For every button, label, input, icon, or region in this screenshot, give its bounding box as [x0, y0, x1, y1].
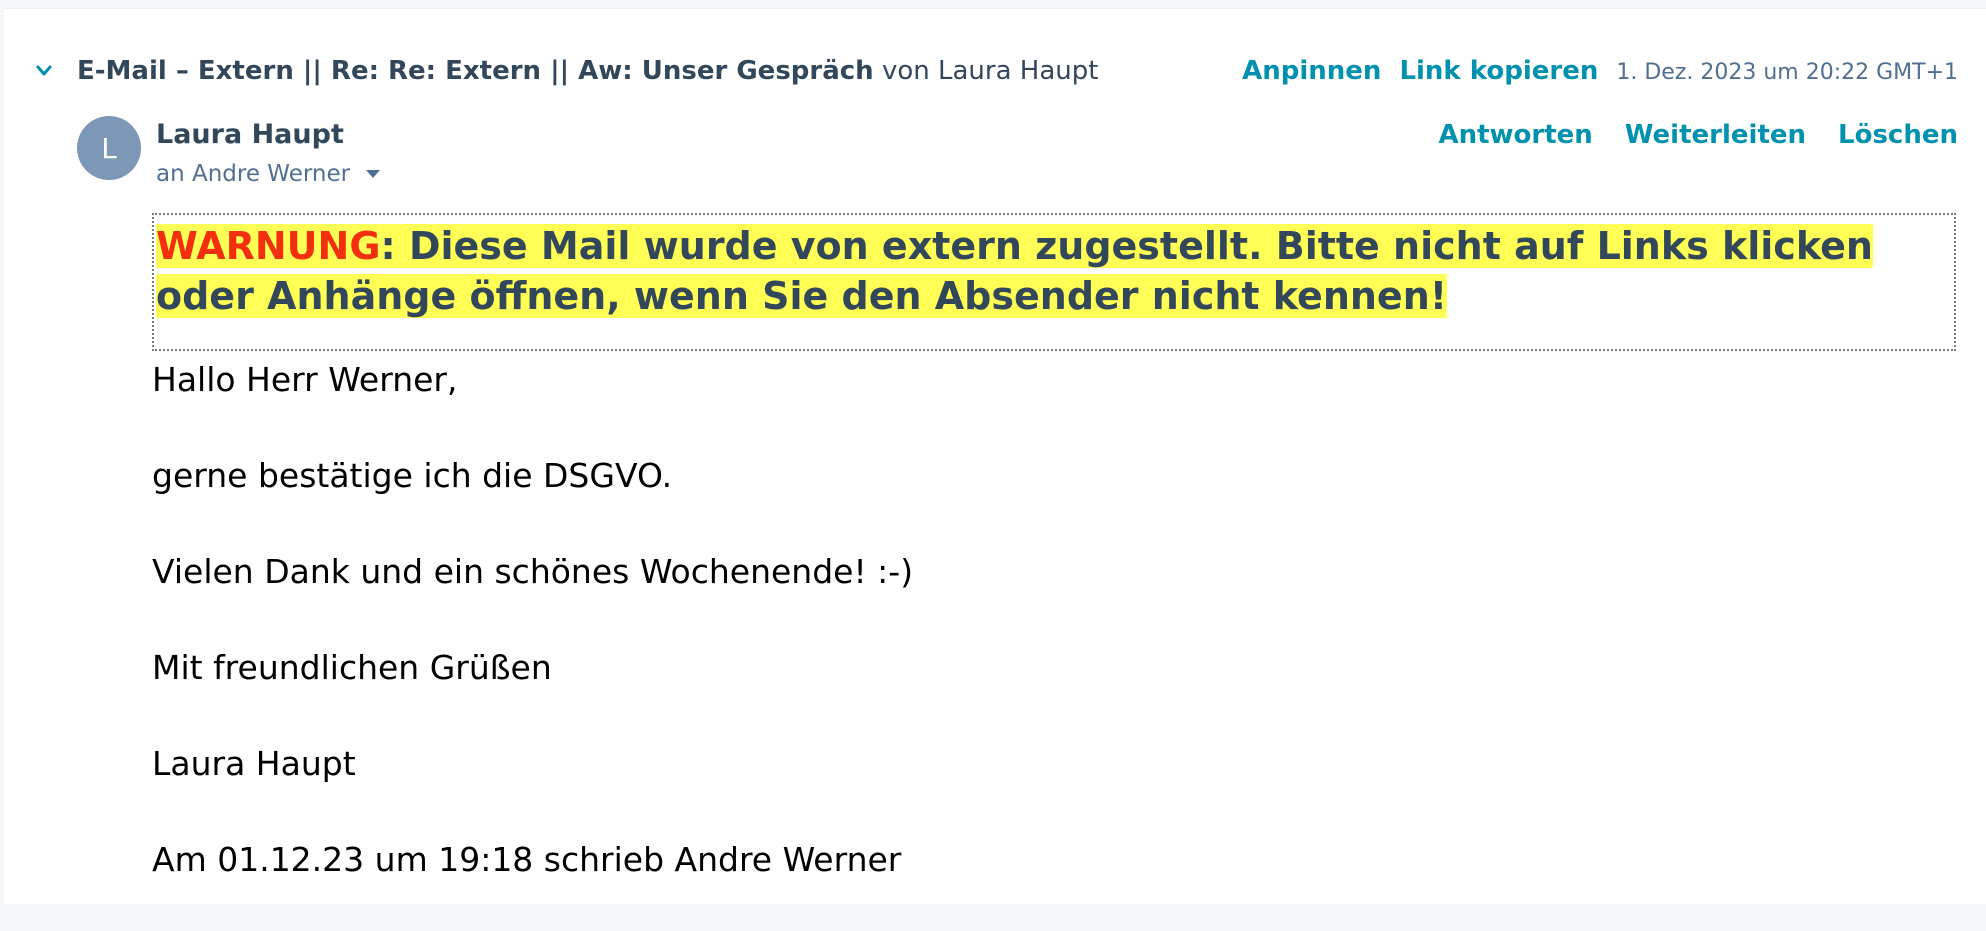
body-line: Hallo Herr Werner, — [152, 360, 458, 399]
body-line: Mit freundlichen Grüßen — [152, 648, 552, 687]
chevron-down-icon[interactable] — [34, 61, 54, 81]
warning-message: : Diese Mail wurde von extern zugestellt… — [156, 224, 1873, 318]
recipient-line[interactable]: an Andre Werner — [156, 159, 381, 189]
warning-text: WARNUNG: Diese Mail wurde von extern zug… — [156, 221, 1952, 321]
email-thread-card: E-Mail – Extern || Re: Re: Extern || Aw:… — [4, 8, 1986, 904]
thread-header: E-Mail – Extern || Re: Re: Extern || Aw:… — [4, 49, 1986, 93]
external-warning-banner: WARNUNG: Diese Mail wurde von extern zug… — [152, 213, 1956, 351]
caret-down-icon[interactable] — [366, 170, 381, 178]
message-body: Hallo Herr Werner, gerne bestätige ich d… — [152, 355, 1852, 931]
body-line: gerne bestätige ich die DSGVO. — [152, 456, 673, 495]
subject-sender: von Laura Haupt — [873, 56, 1099, 86]
warning-label: WARNUNG — [156, 224, 381, 268]
subject-text: E-Mail – Extern || Re: Re: Extern || Aw:… — [77, 56, 874, 86]
pin-button[interactable]: Anpinnen — [1242, 55, 1381, 87]
thread-actions: Anpinnen Link kopieren 1. Dez. 2023 um 2… — [1242, 55, 1958, 89]
recipient-label: an Andre Werner — [156, 161, 351, 187]
body-line: Am 01.12.23 um 19:18 schrieb Andre Werne… — [152, 840, 902, 879]
body-line: Vielen Dank und ein schönes Wochenende! … — [152, 552, 914, 591]
thread-subject: E-Mail – Extern || Re: Re: Extern || Aw:… — [77, 55, 1098, 87]
thread-date: 1. Dez. 2023 um 20:22 GMT+1 — [1616, 60, 1958, 85]
sender-name: Laura Haupt — [156, 119, 344, 150]
message-actions: Antworten Weiterleiten Löschen — [1406, 119, 1958, 151]
avatar-initial: L — [101, 131, 117, 165]
reply-button[interactable]: Antworten — [1438, 119, 1592, 151]
avatar: L — [77, 116, 141, 180]
forward-button[interactable]: Weiterleiten — [1625, 119, 1806, 151]
delete-button[interactable]: Löschen — [1838, 119, 1958, 151]
body-line: Laura Haupt — [152, 744, 356, 783]
copy-link-button[interactable]: Link kopieren — [1399, 55, 1598, 87]
